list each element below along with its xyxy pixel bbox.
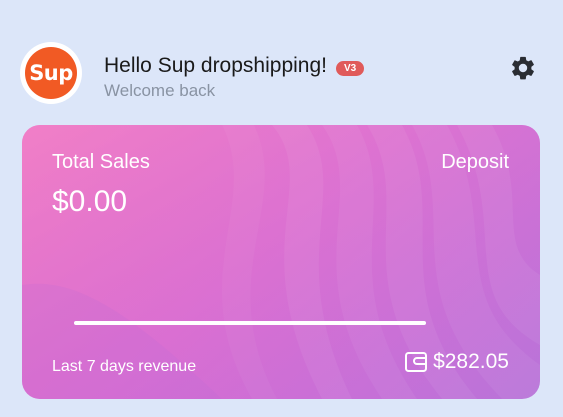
- greeting-text: Hello Sup dropshipping!: [104, 54, 327, 77]
- total-sales-label: Total Sales: [52, 151, 150, 173]
- revenue-period-label: Last 7 days revenue: [52, 358, 197, 375]
- total-sales-value: $0.00: [52, 185, 128, 218]
- sales-card: Total Sales Deposit $0.00 Last 7 days re…: [22, 125, 540, 399]
- brand-logo: Sup: [20, 42, 82, 104]
- settings-button[interactable]: [509, 54, 537, 82]
- app-header: Sup Hello Sup dropshipping! V3 Welcome b…: [0, 0, 563, 120]
- logo-text: Sup: [29, 60, 73, 85]
- revenue-sparkline: [74, 321, 426, 325]
- welcome-subtitle: Welcome back: [104, 81, 216, 100]
- logo-badge: Sup: [25, 47, 77, 99]
- deposit-balance[interactable]: $282.05: [404, 350, 509, 374]
- deposit-label[interactable]: Deposit: [441, 151, 509, 174]
- deposit-balance-value: $282.05: [433, 350, 509, 373]
- greeting-title: Hello Sup dropshipping! V3: [104, 54, 365, 78]
- gear-icon: [512, 56, 534, 80]
- version-badge: V3: [335, 61, 365, 76]
- wallet-icon: [405, 352, 428, 372]
